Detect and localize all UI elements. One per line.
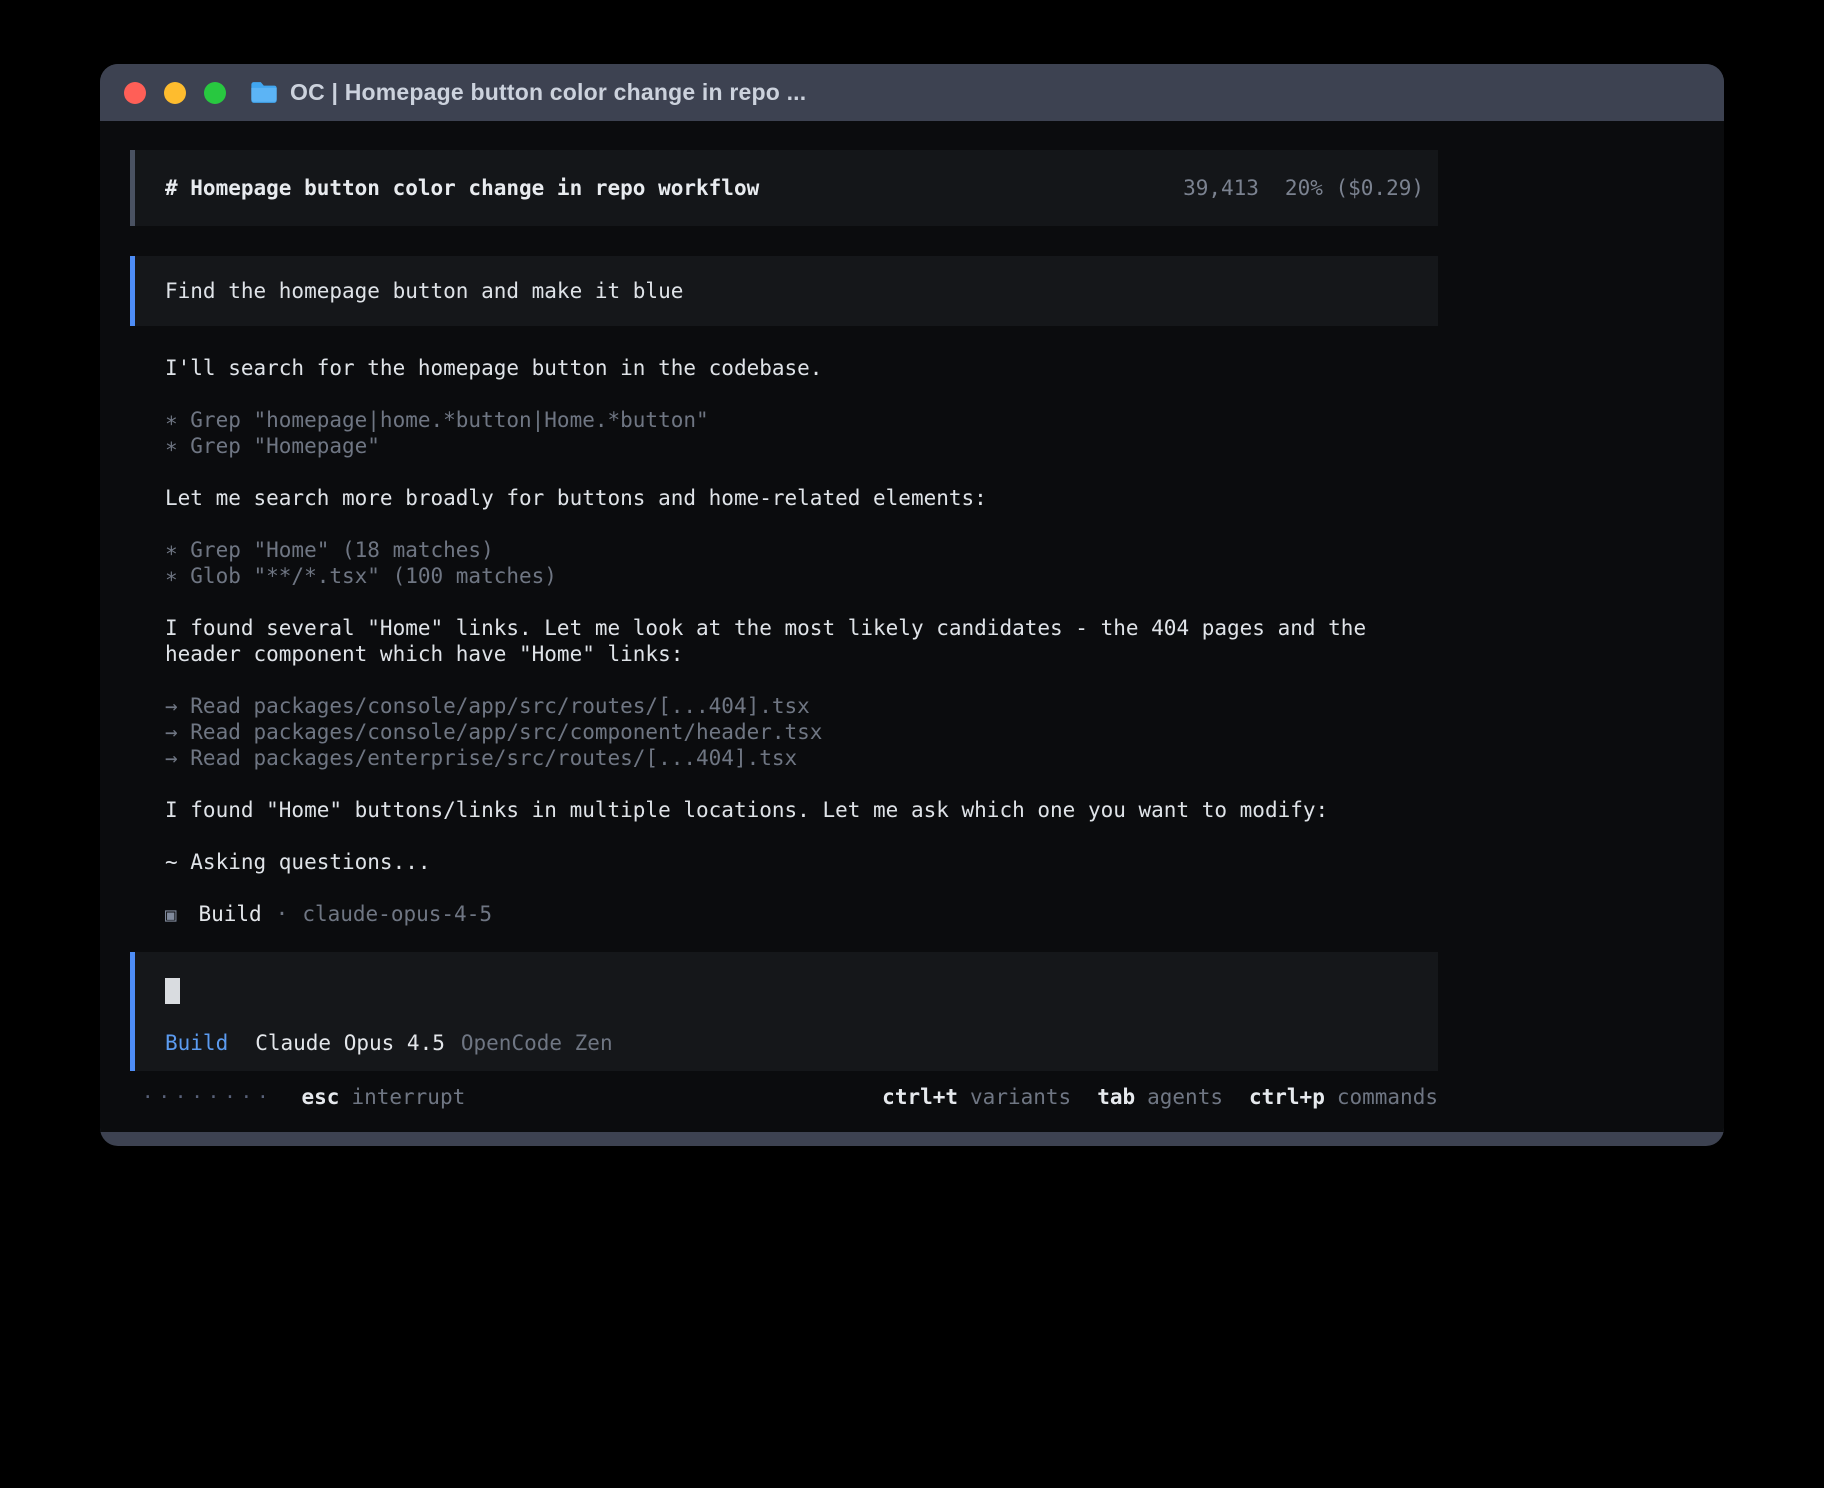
tool-call: ∗ Glob "**/*.tsx" (100 matches) — [165, 563, 1438, 589]
assistant-text: Let me search more broadly for buttons a… — [165, 485, 1438, 511]
shortcut-key: ctrl+p — [1249, 1085, 1325, 1109]
shortcut-agents: tab agents — [1097, 1084, 1223, 1110]
model-line: Build Claude Opus 4.5 OpenCode Zen — [165, 1030, 1408, 1056]
context-cost: 20% ($0.29) — [1285, 175, 1424, 201]
session-stats: 39,413 20% ($0.29) — [1183, 175, 1424, 201]
status-bar: ········ esc interrupt ctrl+t variants tab… — [130, 1084, 1438, 1110]
shortcut-label: variants — [970, 1085, 1071, 1109]
shortcut-key: ctrl+t — [882, 1085, 958, 1109]
session-title: # Homepage button color change in repo w… — [165, 175, 759, 201]
user-message: Find the homepage button and make it blu… — [130, 256, 1438, 326]
terminal-content[interactable]: # Homepage button color change in repo w… — [100, 121, 1724, 1132]
shortcut-variants: ctrl+t variants — [882, 1084, 1071, 1110]
user-message-text: Find the homepage button and make it blu… — [165, 279, 683, 303]
shortcut-key: tab — [1097, 1085, 1135, 1109]
tool-call: → Read packages/console/app/src/componen… — [165, 719, 1438, 745]
agent-separator: · — [276, 902, 289, 926]
agent-model: claude-opus-4-5 — [302, 902, 492, 926]
shortcut-interrupt: esc interrupt — [302, 1084, 466, 1110]
assistant-text: I found several "Home" links. Let me loo… — [165, 615, 1438, 667]
assistant-status: ~ Asking questions... — [165, 849, 1438, 875]
minimize-button[interactable] — [164, 82, 186, 104]
titlebar[interactable]: OC | Homepage button color change in rep… — [100, 64, 1724, 121]
token-count: 39,413 — [1183, 175, 1259, 201]
agent-status-line: ▣ Build · claude-opus-4-5 — [165, 901, 1438, 928]
folder-icon — [250, 81, 278, 104]
mode-label: Build — [165, 1031, 228, 1055]
close-button[interactable] — [124, 82, 146, 104]
shortcut-key: esc — [302, 1085, 340, 1109]
model-label: Claude Opus 4.5 — [255, 1031, 445, 1055]
shortcut-label: agents — [1147, 1085, 1223, 1109]
tool-call-group: ∗ Grep "Home" (18 matches) ∗ Glob "**/*.… — [130, 537, 1438, 589]
tool-call-group: → Read packages/console/app/src/routes/[… — [130, 693, 1438, 771]
shortcut-commands: ctrl+p commands — [1249, 1084, 1438, 1110]
assistant-text: I'll search for the homepage button in t… — [165, 355, 1438, 381]
agent-name: Build — [198, 902, 261, 926]
traffic-lights — [124, 82, 226, 104]
spinner-dots: ········ — [142, 1084, 274, 1110]
session-header: # Homepage button color change in repo w… — [130, 150, 1438, 226]
tool-call: → Read packages/console/app/src/routes/[… — [165, 693, 1438, 719]
text-cursor — [165, 978, 180, 1004]
window-title: OC | Homepage button color change in rep… — [290, 79, 806, 106]
agent-icon: ▣ — [165, 904, 176, 926]
tool-call: ∗ Grep "Homepage" — [165, 433, 1438, 459]
tool-call: ∗ Grep "Home" (18 matches) — [165, 537, 1438, 563]
terminal-window: OC | Homepage button color change in rep… — [100, 64, 1724, 1146]
provider-label: OpenCode Zen — [461, 1031, 613, 1055]
shortcut-label: commands — [1337, 1085, 1438, 1109]
maximize-button[interactable] — [204, 82, 226, 104]
shortcut-label: interrupt — [351, 1085, 465, 1109]
prompt-input[interactable]: Build Claude Opus 4.5 OpenCode Zen — [130, 952, 1438, 1071]
assistant-text: I found "Home" buttons/links in multiple… — [165, 797, 1438, 823]
tool-call: → Read packages/enterprise/src/routes/[.… — [165, 745, 1438, 771]
tool-call-group: ∗ Grep "homepage|home.*button|Home.*butt… — [130, 407, 1438, 459]
tool-call: ∗ Grep "homepage|home.*button|Home.*butt… — [165, 407, 1438, 433]
